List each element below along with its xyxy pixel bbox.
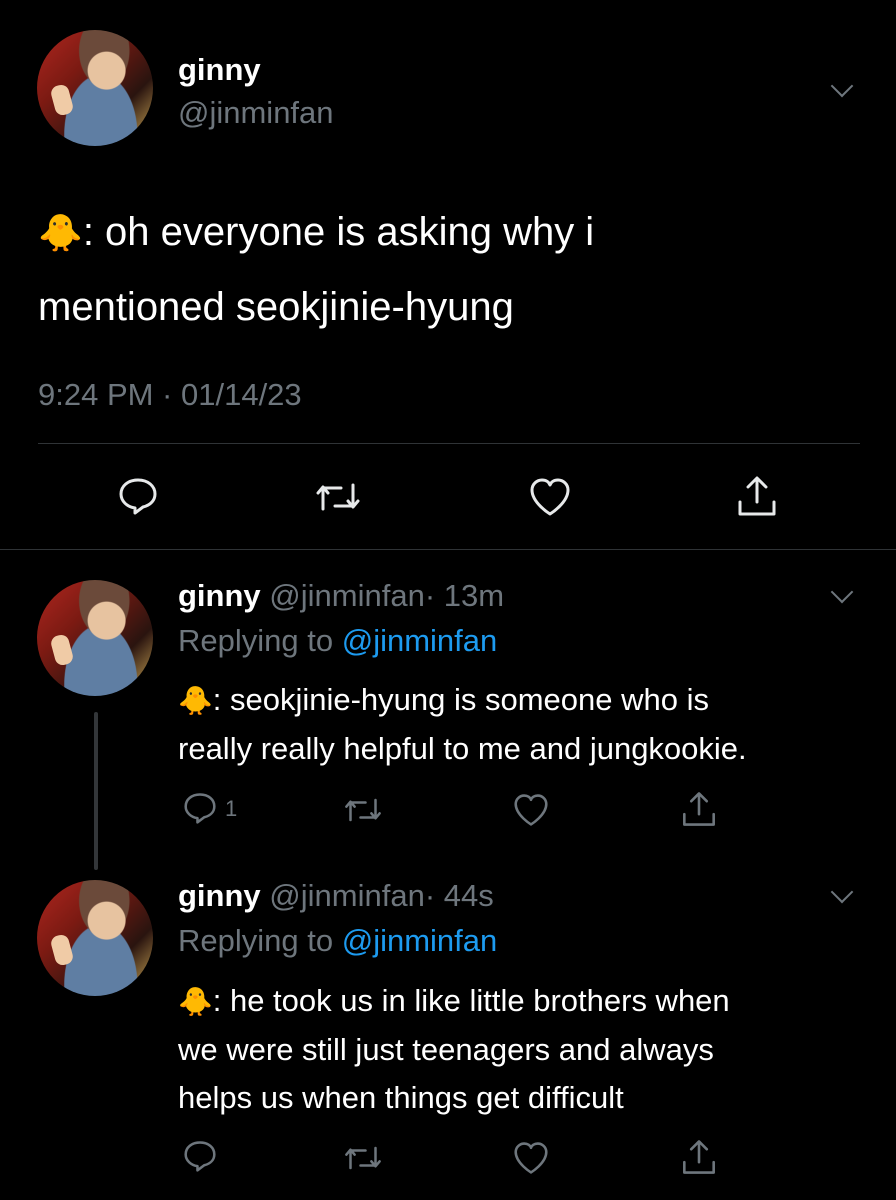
like-icon[interactable] — [528, 477, 572, 517]
chick-emoji: 🐥 — [178, 685, 213, 716]
reply-text: 🐥: he took us in like little brothers wh… — [178, 977, 878, 1122]
chevron-down-icon[interactable] — [830, 880, 854, 904]
avatar[interactable] — [37, 880, 153, 996]
chick-emoji: 🐥 — [178, 986, 213, 1017]
reply-age[interactable]: · 44s — [425, 878, 494, 913]
reply-header: ginny @jinminfan· 13m — [178, 578, 504, 614]
chevron-down-icon[interactable] — [830, 580, 854, 604]
reply-count: 1 — [225, 796, 238, 821]
replying-to: Replying to @jinminfan — [178, 623, 498, 658]
reply-icon[interactable] — [183, 1140, 217, 1172]
replying-to: Replying to @jinminfan — [178, 923, 498, 958]
mention-link[interactable]: @jinminfan — [342, 923, 498, 958]
retweet-icon[interactable] — [343, 795, 383, 825]
retweet-icon[interactable] — [314, 479, 362, 515]
reply-text: 🐥: seokjinie-hyung is someone who is rea… — [178, 676, 878, 773]
handle[interactable]: @jinminfan — [269, 878, 425, 913]
avatar[interactable] — [37, 580, 153, 696]
chick-emoji: 🐥 — [38, 212, 83, 253]
display-name[interactable]: ginny — [178, 578, 261, 613]
share-icon[interactable] — [680, 1138, 718, 1176]
thread-line — [94, 712, 98, 870]
chevron-down-icon[interactable] — [830, 74, 854, 98]
handle[interactable]: @jinminfan — [269, 578, 425, 613]
share-icon[interactable] — [735, 474, 779, 518]
display-name[interactable]: ginny — [178, 52, 261, 88]
handle[interactable]: @jinminfan — [178, 95, 334, 131]
reply-header: ginny @jinminfan· 44s — [178, 878, 494, 914]
avatar[interactable] — [37, 30, 153, 146]
reply-icon[interactable] — [118, 477, 158, 515]
retweet-icon[interactable] — [343, 1143, 383, 1173]
share-icon[interactable] — [680, 790, 718, 828]
divider — [38, 443, 860, 444]
reply-age[interactable]: · 13m — [425, 578, 504, 613]
display-name[interactable]: ginny — [178, 878, 261, 913]
mention-link[interactable]: @jinminfan — [342, 623, 498, 658]
like-icon[interactable] — [512, 1141, 550, 1175]
like-icon[interactable] — [512, 793, 550, 827]
timestamp[interactable]: 9:24 PM · 01/14/23 — [38, 377, 302, 413]
tweet-text: 🐥: oh everyone is asking why i mentioned… — [38, 195, 858, 344]
section-divider — [0, 549, 896, 550]
reply-icon[interactable] — [183, 792, 217, 824]
